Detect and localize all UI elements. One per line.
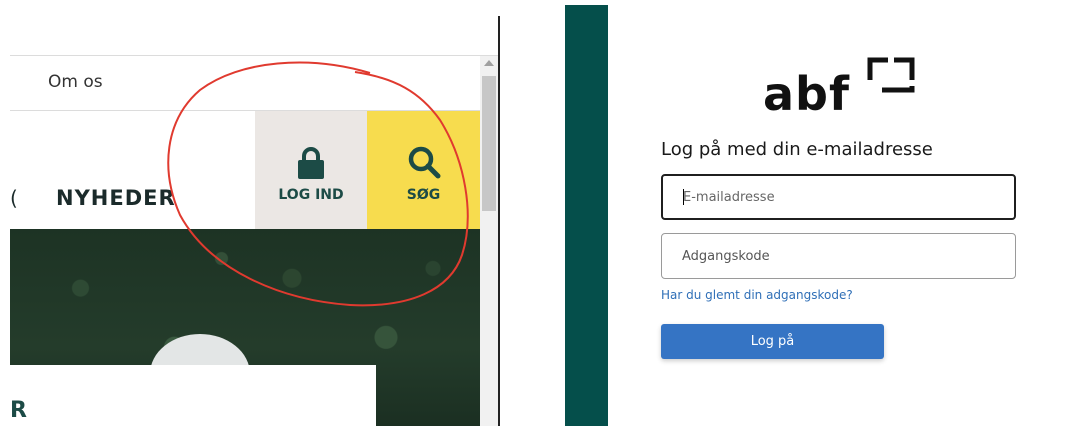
sign-in-button[interactable]: Log på [661,324,884,359]
website-crop: Om os ( NYHEDER LOG IND SØG R [10,0,498,426]
email-field[interactable] [661,174,1016,220]
brand-side-bar [565,5,608,426]
forgot-password-link[interactable]: Har du glemt din adgangskode? [661,288,853,302]
abf-logo: abf [763,67,850,121]
screenshot-divider [498,16,500,426]
login-form-title: Log på med din e-mailadresse [661,139,933,160]
logo-bracket-icon [867,57,915,93]
password-field[interactable] [661,233,1016,279]
red-circle-annotation [167,61,469,307]
text-caret [683,189,684,205]
